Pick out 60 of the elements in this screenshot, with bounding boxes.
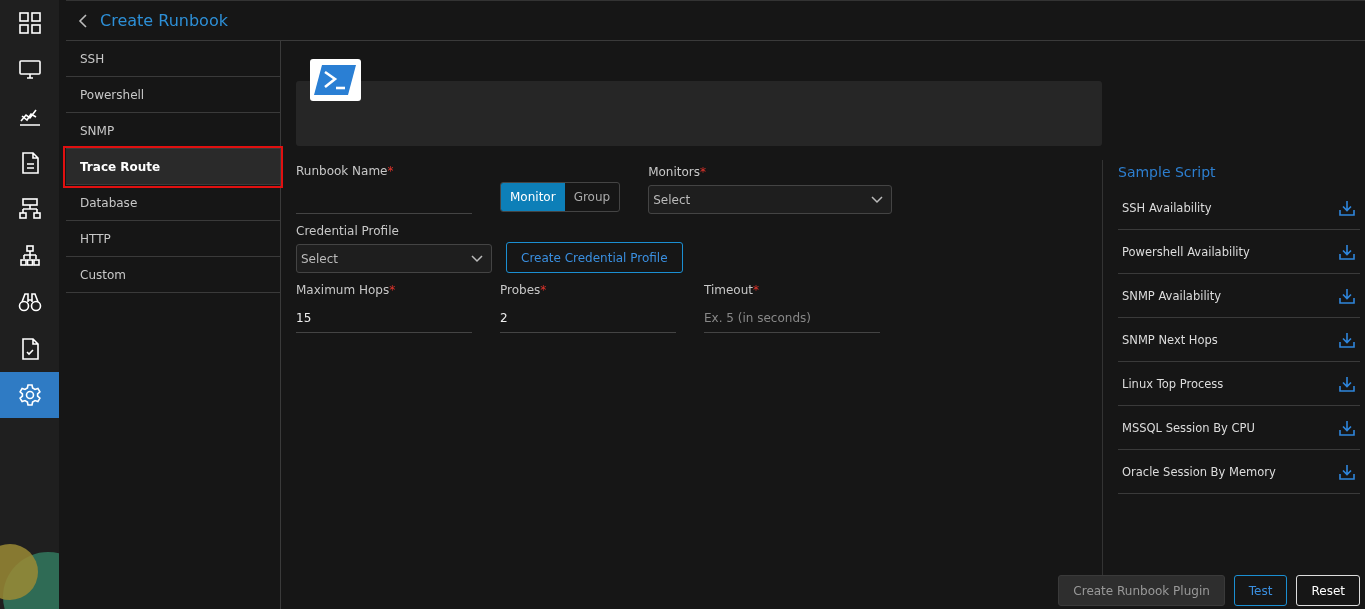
download-button[interactable] [1338, 374, 1356, 393]
required-mark: * [387, 164, 394, 178]
download-icon [1338, 330, 1356, 349]
required-mark: * [540, 283, 547, 297]
field-label: Probes [500, 283, 541, 297]
back-button[interactable] [78, 13, 88, 28]
download-icon [1338, 242, 1356, 261]
field-label: Maximum Hops [296, 283, 390, 297]
monitor-icon [17, 57, 42, 82]
runbook-type-item[interactable]: Trace Route [66, 149, 280, 185]
select-field[interactable]: Select [648, 185, 893, 214]
download-icon [1338, 198, 1356, 217]
runbook-type-item[interactable]: SSH [66, 41, 280, 77]
binoculars-icon [17, 290, 42, 314]
script-name: Powershell Availability [1122, 244, 1250, 259]
script-name: Oracle Session By Memory [1122, 464, 1276, 479]
section-title: Sample Script [1118, 164, 1217, 180]
toggle-option[interactable]: Monitor [501, 183, 565, 211]
required-mark: * [389, 283, 396, 297]
field-label: Runbook Name [296, 164, 388, 178]
toggle-option[interactable]: Group [564, 183, 620, 211]
input-field[interactable]: 15 [296, 303, 472, 333]
download-button[interactable] [1338, 330, 1356, 349]
download-button[interactable] [1338, 462, 1356, 481]
script-name: Linux Top Process [1122, 376, 1224, 391]
create-credential-profile-button[interactable]: Create Credential Profile [506, 242, 683, 273]
script-name: SNMP Availability [1122, 288, 1222, 303]
input-field[interactable]: Ex. 5 (in seconds) [704, 303, 880, 333]
runbook-type-item[interactable]: Database [66, 185, 280, 221]
gear-icon [17, 383, 42, 407]
field-label: Credential Profile [296, 224, 399, 238]
download-icon [1338, 462, 1356, 481]
field-label: Timeout [704, 283, 754, 297]
chevron-down-icon [871, 195, 884, 204]
script-name: SNMP Next Hops [1122, 332, 1218, 347]
download-icon [1338, 418, 1356, 437]
terminal-logo-icon [310, 59, 361, 101]
download-icon [1338, 374, 1356, 393]
download-icon [1338, 286, 1356, 305]
select-field[interactable]: Select [296, 244, 492, 273]
download-button[interactable] [1338, 418, 1356, 437]
action-button[interactable]: Test [1233, 575, 1288, 606]
chevron-down-icon [471, 254, 483, 263]
network-icon [17, 197, 42, 221]
grid-icon [17, 11, 42, 35]
required-mark: * [753, 283, 760, 297]
runbook-type-item[interactable]: Powershell [66, 77, 280, 113]
script-name: MSSQL Session By CPU [1122, 420, 1255, 435]
download-button[interactable] [1338, 198, 1356, 217]
required-mark: * [700, 165, 707, 179]
download-button[interactable] [1338, 286, 1356, 305]
runbook-type-item[interactable]: Custom [66, 257, 280, 293]
field-label: Monitors [648, 165, 701, 179]
script-name: SSH Availability [1122, 200, 1212, 215]
download-button[interactable] [1338, 242, 1356, 261]
action-button[interactable]: Reset [1296, 575, 1360, 606]
input-field[interactable]: 2 [500, 303, 676, 333]
runbook-type-item[interactable]: HTTP [66, 221, 280, 257]
page-title: Create Runbook [100, 11, 228, 30]
hierarchy-icon [17, 243, 42, 268]
